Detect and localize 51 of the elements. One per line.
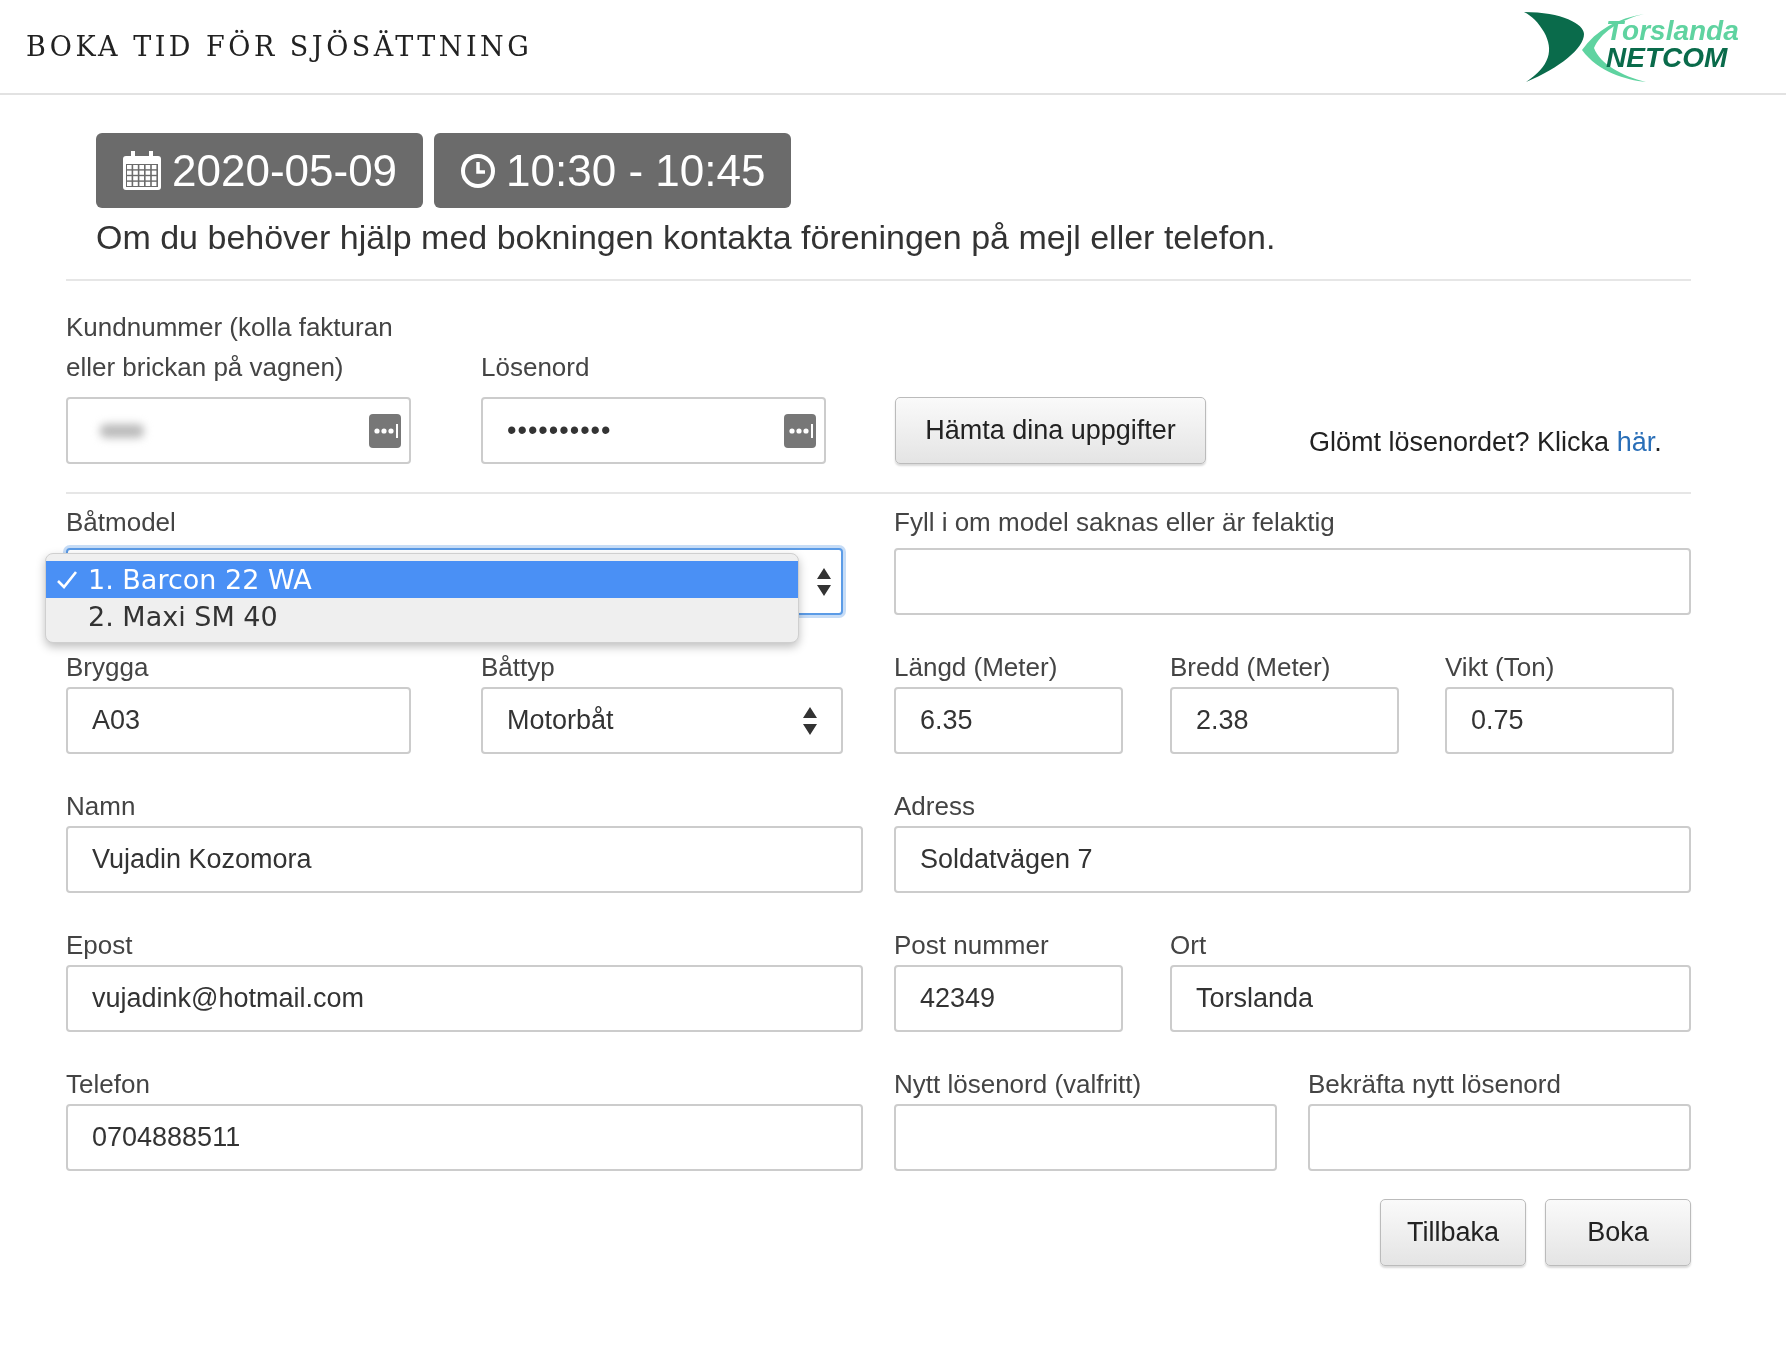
field-label: Adress [894,790,976,823]
input-field[interactable] [66,397,411,464]
field-label: Epost [66,929,134,962]
updown-arrow-icon [817,567,831,596]
calendar-icon [122,150,162,191]
field-label: Fyll i om model saknas eller är felaktig [894,506,1336,539]
clock-icon [460,152,497,189]
time-badge: 10:30 - 10:45 [434,133,792,208]
logo-text: Torslanda [1606,16,1739,44]
input-field[interactable]: vujadink@hotmail.com [66,965,863,1032]
field-label: Nytt lösenord (valfritt) [894,1068,1143,1101]
field-label: Namn [66,790,137,823]
select-field[interactable]: Motorbåt [481,687,843,754]
input-field[interactable]: Torslanda [1170,965,1691,1032]
input-field[interactable] [1308,1104,1691,1171]
logo-text: NETCOM [1606,43,1729,71]
field-label: Bekräfta nytt lösenord [1308,1068,1562,1101]
input-field[interactable]: 42349 [894,965,1123,1032]
action-button[interactable]: Tillbaka [1380,1199,1526,1266]
page-title: BOKA TID FÖR SJÖSÄTTNING [26,31,533,62]
field-label: Post nummer [894,929,1050,962]
action-button[interactable]: Boka [1545,1199,1691,1266]
input-field[interactable]: 0704888511 [66,1104,863,1171]
input-field[interactable]: A03 [66,687,411,754]
field-label: Ort [1170,929,1208,962]
input-field[interactable]: 6.35 [894,687,1123,754]
input-field[interactable] [894,548,1691,615]
field-label: Båtmodel [66,506,177,539]
input-field[interactable]: 0.75 [1445,687,1674,754]
fetch-button[interactable]: Hämta dina uppgifter [895,397,1206,464]
forgot-password-link[interactable]: här [1616,427,1655,457]
field-label: Bredd (Meter) [1170,651,1332,684]
help-text: Om du behöver hjälp med bokningen kontakta föreningen på mejl eller telefon. [96,218,1277,257]
password-field[interactable]: •••••••••• [481,397,826,464]
input-field[interactable]: Vujadin Kozomora [66,826,863,893]
dots-icon[interactable] [369,413,401,448]
dropdown-option[interactable]: 2. Maxi SM 40 [46,598,798,635]
input-field[interactable]: 2.38 [1170,687,1399,754]
field-label: Vikt (Ton) [1445,651,1556,684]
input-field[interactable]: Soldatvägen 7 [894,826,1691,893]
field-label: Lösenord [481,351,591,384]
forgot-password-text: Glömt lösenordet? Klicka här. [1309,427,1662,458]
date-badge: 2020-05-09 [96,133,424,208]
field-label: Längd (Meter) [894,651,1059,684]
field-label: Telefon [66,1068,151,1101]
field-label: Kundnummer (kolla fakturan eller brickan på vagnen) [66,311,394,384]
updown-arrow-icon [803,706,817,735]
field-label: Båttyp [481,651,556,684]
input-field[interactable] [894,1104,1277,1171]
field-label: Brygga [66,651,150,684]
dots-icon[interactable] [784,413,816,448]
